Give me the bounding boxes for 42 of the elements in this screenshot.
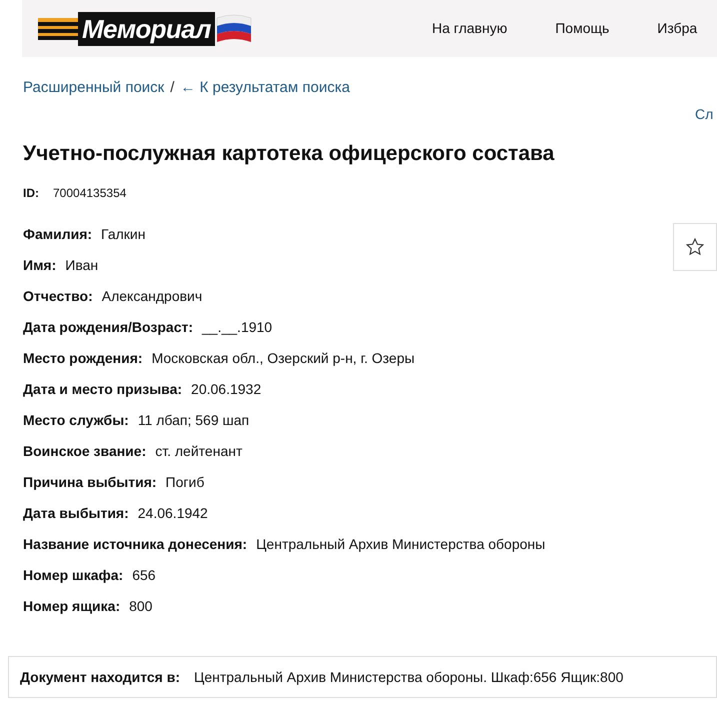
field-label: Место рождения:	[23, 348, 143, 368]
breadcrumb-separator: /	[170, 78, 174, 98]
field-label: Воинское звание:	[23, 442, 146, 460]
field-value: 656	[132, 566, 156, 584]
field-value: 24.06.1942	[138, 504, 208, 522]
id-label: ID:	[23, 184, 39, 202]
id-value: 70004135354	[53, 184, 126, 202]
favorite-button[interactable]	[673, 223, 717, 271]
logo[interactable]: Мемориал	[38, 4, 253, 54]
field-value: Александрович	[102, 286, 202, 306]
field-label: Название источника донесения:	[23, 534, 248, 554]
field-value: Иван	[65, 256, 98, 274]
page-title: Учетно-послужная картотека офицерского состава	[23, 140, 556, 166]
field-label: Фамилия:	[23, 224, 92, 244]
field-label: Место службы:	[23, 410, 129, 430]
field-label: Причина выбытия:	[23, 472, 157, 492]
star-icon	[685, 237, 705, 257]
field-value: Галкин	[101, 224, 146, 244]
field-value: __.__.1910	[202, 318, 272, 336]
field-value: Погиб	[166, 472, 204, 492]
field-value: Московская обл., Озерский р-н, г. Озеры	[152, 348, 415, 368]
field-label: Отчество:	[23, 286, 93, 306]
field-label: Номер шкафа:	[23, 566, 124, 584]
field-label: Дата и место призыва:	[23, 380, 182, 398]
breadcrumb-link[interactable]: Расширенный поиск	[23, 77, 164, 100]
field-value: 20.06.1932	[191, 380, 262, 398]
next-link[interactable]: Сл	[695, 104, 714, 125]
nav-link[interactable]: На главную	[432, 18, 508, 39]
breadcrumb-link[interactable]: ← К результатам поиска	[180, 77, 350, 100]
field-value: ст. лейтенант	[155, 442, 242, 460]
nav-link[interactable]: Помощь	[555, 18, 610, 39]
field-label: Имя:	[23, 256, 56, 274]
field-value: 800	[129, 596, 152, 616]
location-value: Центральный Архив Министерства обороны. Шкаф:656 Ящик:800	[194, 668, 624, 687]
field-label: Номер ящика:	[23, 596, 120, 616]
field-value: 11 лбап; 569 шап	[138, 410, 250, 430]
logo-text: Мемориал	[78, 12, 215, 46]
field-label: Дата выбытия:	[23, 504, 129, 522]
location-label: Документ находится в:	[20, 668, 180, 687]
field-value: Центральный Архив Министерства обороны	[256, 534, 546, 554]
field-label: Дата рождения/Возраст:	[23, 318, 194, 336]
nav-link[interactable]: Избра	[657, 18, 698, 39]
